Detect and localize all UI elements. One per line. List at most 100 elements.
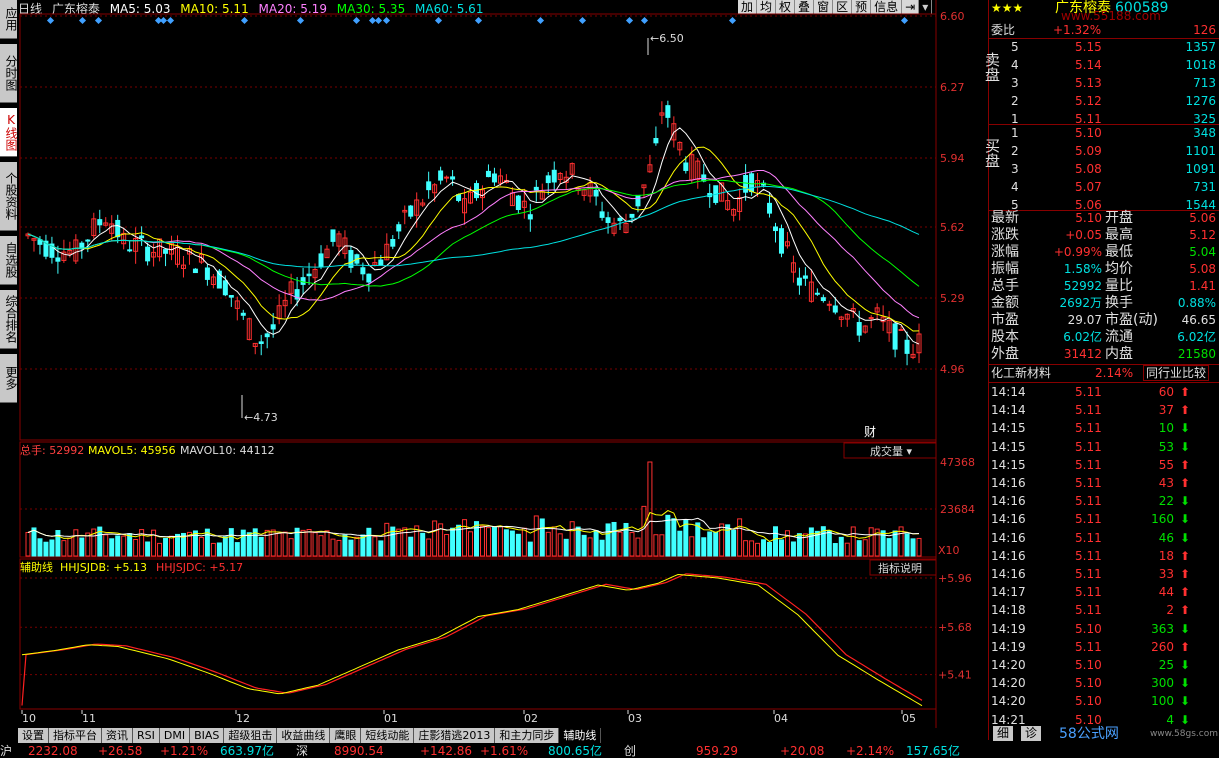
candle-body <box>617 217 623 222</box>
volume-bar <box>49 539 55 557</box>
volume-dropdown-label[interactable]: 成交量 ▾ <box>870 444 912 458</box>
indicator-tab-12[interactable]: 辅助线 <box>559 728 602 743</box>
tick-time: 14:16 <box>991 530 1026 545</box>
volume-bar <box>587 537 593 557</box>
stat-value: 29.07 <box>1067 313 1102 327</box>
volume-bar <box>378 540 384 557</box>
stat-label: 涨跌 <box>991 227 1019 243</box>
candle-body <box>396 224 402 232</box>
left-tab-1[interactable]: 分时图 <box>0 44 18 103</box>
panel-foot-tab-1[interactable]: 诊 <box>1021 726 1042 741</box>
stat-value: +0.05 <box>1065 228 1102 242</box>
info-diamond-icon[interactable] <box>46 16 55 25</box>
indicator-tab-11[interactable]: 和主力同步 <box>495 728 560 743</box>
vol-scale-label: X10 <box>938 544 960 557</box>
level-volume: 1091 <box>1185 162 1216 176</box>
info-diamond-icon[interactable] <box>728 16 737 25</box>
info-diamond-icon[interactable] <box>382 16 391 25</box>
price-axis-label: 5.62 <box>940 221 965 234</box>
volume-bar <box>539 518 545 557</box>
tick-price: 5.11 <box>1075 439 1102 454</box>
info-diamond-icon[interactable] <box>625 16 634 25</box>
candle-body <box>629 213 635 218</box>
tick-row: 14:16 5.11 33 ⬆ <box>989 566 1219 582</box>
info-diamond-icon[interactable] <box>78 16 87 25</box>
level-price: 5.08 <box>1075 162 1102 176</box>
left-tab-6[interactable]: 更多 <box>0 354 18 403</box>
info-diamond-icon[interactable] <box>578 16 587 25</box>
volume-bar <box>653 534 659 557</box>
candle-body <box>485 170 491 178</box>
info-diamond-icon[interactable] <box>166 16 175 25</box>
status-item: +142.86 <box>420 744 473 758</box>
indicator-tab-4[interactable]: DMI <box>159 728 191 743</box>
left-tab-3[interactable]: 个股资料 <box>0 162 18 231</box>
volume-bar <box>163 537 169 557</box>
volume-bar <box>856 540 862 557</box>
stat-label: 市盈 <box>991 312 1019 328</box>
volume-bar <box>509 530 515 557</box>
left-tab-strip: 应用分时图 K线图个股资料自选股综合排名更多 <box>0 0 18 740</box>
volume-bar <box>677 530 683 557</box>
k-line-chart[interactable]: 6.60 6.27 5.94 5.62 5.29 4.96 ←6.50 ←4.73 财总手: 5… <box>18 0 988 728</box>
info-diamond-icon[interactable] <box>296 16 305 25</box>
volume-bar <box>521 527 527 557</box>
volume-bar <box>767 542 773 557</box>
volume-bar <box>701 537 707 557</box>
volume-bar <box>198 536 204 557</box>
left-tab-5[interactable]: 综合排名 <box>0 290 18 349</box>
sell-level-row: 2 5.12 1276 <box>989 93 1219 109</box>
volume-bar <box>420 532 426 557</box>
info-diamond-icon[interactable] <box>94 16 103 25</box>
volume-bar <box>850 526 856 557</box>
indicator-tab-6[interactable]: 超级狙击 <box>224 728 278 743</box>
tick-time: 14:19 <box>991 639 1026 654</box>
volume-bar <box>348 539 354 557</box>
indicator-tab-2[interactable]: 资讯 <box>102 728 133 743</box>
tick-time: 14:19 <box>991 621 1026 636</box>
panel-foot-tab-0[interactable]: 细 <box>993 726 1014 741</box>
left-tab-4[interactable]: 自选股 <box>0 236 18 285</box>
info-diamond-icon[interactable] <box>240 16 249 25</box>
info-diamond-icon[interactable] <box>536 16 545 25</box>
info-diamond-icon[interactable] <box>474 16 483 25</box>
info-diamond-icon[interactable] <box>159 16 168 25</box>
sell-level-row: 3 5.13 713 <box>989 75 1219 91</box>
price-panel-frame <box>19 13 937 441</box>
info-diamond-icon[interactable] <box>352 16 361 25</box>
info-diamond-icon[interactable] <box>434 16 443 25</box>
indicator-tab-5[interactable]: BIAS <box>190 728 225 743</box>
tick-volume: 33 <box>1158 567 1174 581</box>
tick-row: 14:16 5.11 160 ⬇ <box>989 511 1219 527</box>
left-tab-0[interactable]: 应用 <box>0 0 18 39</box>
aux-axis-label: +5.41 <box>938 669 972 682</box>
indicator-tab-10[interactable]: 庄影猎逃2013 <box>414 728 496 743</box>
info-diamond-icon[interactable] <box>640 16 649 25</box>
tick-volume: 55 <box>1158 457 1174 472</box>
tick-volume: 60 <box>1158 385 1174 399</box>
volume-bar <box>844 542 850 557</box>
indicator-tab-0[interactable]: 设置 <box>18 728 49 743</box>
left-tab-2[interactable]: K线图 <box>0 108 18 157</box>
candle-body <box>97 219 103 226</box>
volume-bar <box>240 529 246 557</box>
volume-bar <box>563 538 569 557</box>
indicator-explain-label[interactable]: 指标说明 <box>878 561 922 575</box>
indicator-tab-1[interactable]: 指标平台 <box>49 728 102 743</box>
candle-body <box>802 275 808 279</box>
candle-body <box>408 205 414 217</box>
indicator-tab-3[interactable]: RSI <box>133 728 160 743</box>
info-diamond-icon[interactable] <box>374 16 383 25</box>
indicator-tab-7[interactable]: 收益曲线 <box>277 728 331 743</box>
volume-bar <box>916 537 922 557</box>
low-price-label: ←4.73 <box>244 411 278 424</box>
sector-compare-button[interactable]: 同行业比较 <box>1143 365 1210 381</box>
info-diamond-icon[interactable] <box>900 16 909 25</box>
indicator-tab-8[interactable]: 鹰眼 <box>330 728 362 743</box>
volume-bar <box>527 541 533 557</box>
volume-bar <box>228 528 234 557</box>
finance-marker[interactable]: 财 <box>864 425 876 439</box>
candle-body <box>444 176 450 179</box>
volume-bar <box>264 529 270 557</box>
indicator-tab-9[interactable]: 短线动能 <box>361 728 415 743</box>
